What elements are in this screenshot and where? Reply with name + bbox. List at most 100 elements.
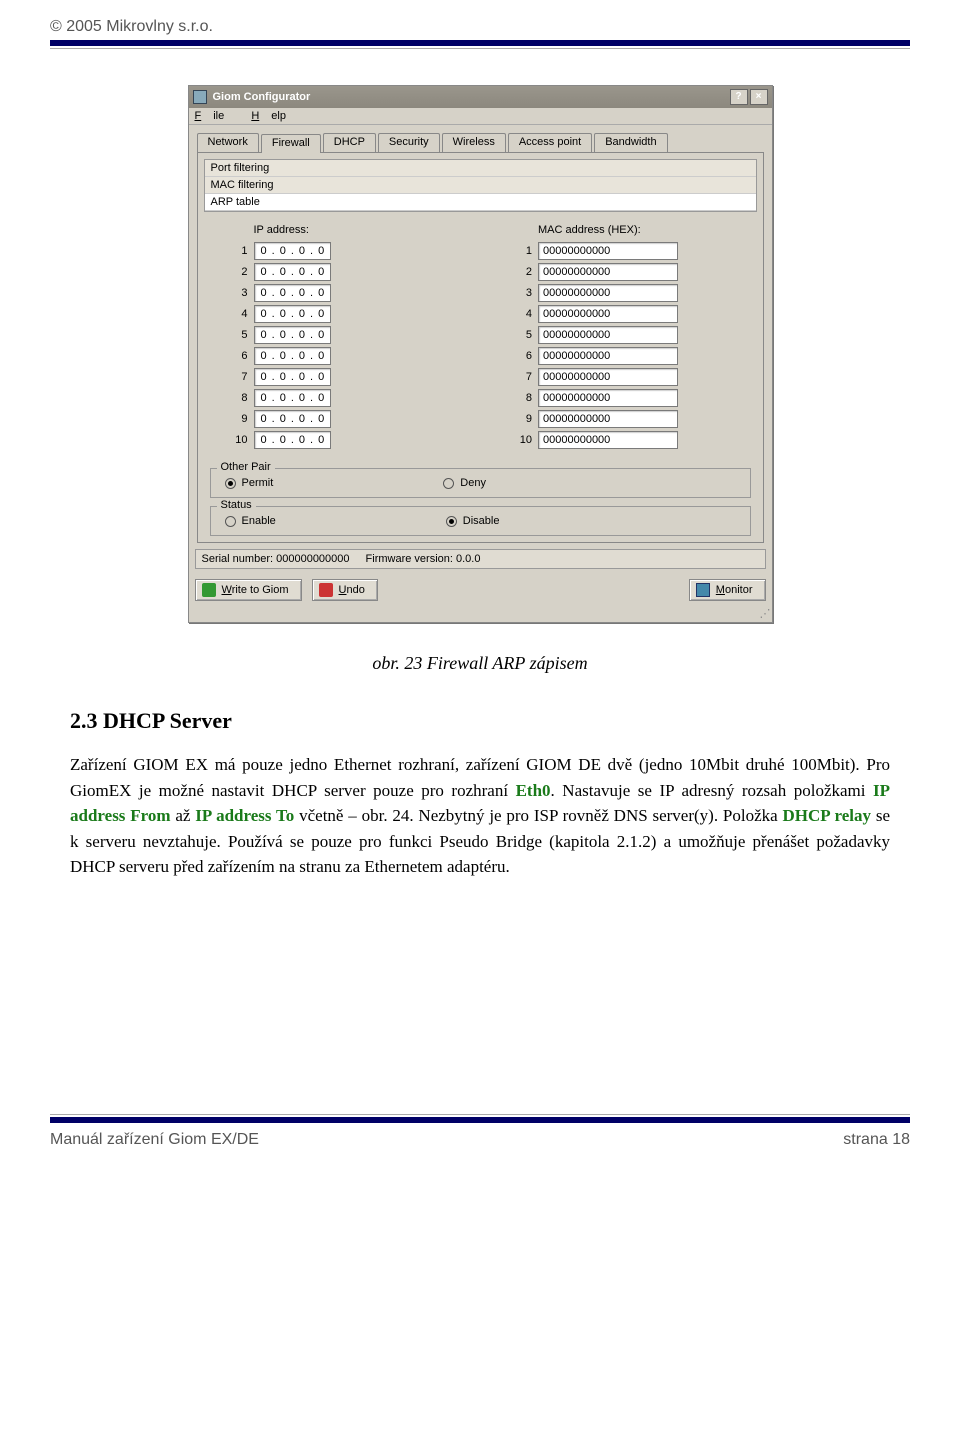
ip-row-3: 3 0.0.0.0 [226, 284, 451, 302]
mac-row-2: 200000000000 [510, 263, 735, 281]
ip-input-7[interactable]: 0.0.0.0 [254, 368, 332, 386]
menu-file[interactable]: File [195, 110, 237, 122]
row-number: 3 [226, 287, 248, 299]
ip-input-5[interactable]: 0.0.0.0 [254, 326, 332, 344]
ip-input-8[interactable]: 0.0.0.0 [254, 389, 332, 407]
subtab-mac-filtering[interactable]: MAC filtering [205, 177, 756, 194]
footer-rule-thick [50, 1117, 910, 1123]
mac-input-2[interactable]: 00000000000 [538, 263, 678, 281]
mac-input-4[interactable]: 00000000000 [538, 305, 678, 323]
mac-input-3[interactable]: 00000000000 [538, 284, 678, 302]
firmware-label: Firmware version: 0.0.0 [366, 553, 481, 565]
footer-right: strana 18 [843, 1131, 910, 1149]
dhcp-relay-term: DHCP relay [782, 806, 871, 825]
radio-disable-label: Disable [463, 515, 500, 527]
mac-row-9: 900000000000 [510, 410, 735, 428]
radio-deny-icon [443, 478, 454, 489]
resize-grip[interactable]: ⋰ [189, 607, 772, 622]
mac-input-9[interactable]: 00000000000 [538, 410, 678, 428]
mac-input-10[interactable]: 00000000000 [538, 431, 678, 449]
radio-disable-icon [446, 516, 457, 527]
row-number: 10 [510, 434, 532, 446]
radio-permit[interactable]: Permit [225, 477, 274, 489]
tab-network[interactable]: Network [197, 133, 259, 152]
radio-enable-icon [225, 516, 236, 527]
row-number: 2 [226, 266, 248, 278]
subtab-arp-table[interactable]: ARP table [205, 194, 756, 211]
tab-bandwidth[interactable]: Bandwidth [594, 133, 667, 152]
mac-column-header: MAC address (HEX): [510, 224, 735, 236]
ip-input-2[interactable]: 0.0.0.0 [254, 263, 332, 281]
radio-deny[interactable]: Deny [443, 477, 486, 489]
firewall-panel: Port filtering MAC filtering ARP table I… [197, 152, 764, 543]
row-number: 1 [510, 245, 532, 257]
row-number: 4 [226, 308, 248, 320]
undo-label: Undo [339, 584, 365, 596]
row-number: 5 [510, 329, 532, 341]
mac-row-8: 8 00000000000 [510, 389, 735, 407]
action-buttons: Write to Giom Undo Monitor [189, 573, 772, 607]
ip-input-3[interactable]: 0.0.0.0 [254, 284, 332, 302]
mac-row-10: 10 00000000000 [510, 431, 735, 449]
eth0-term: Eth0 [516, 781, 551, 800]
mac-input-8[interactable]: 00000000000 [538, 389, 678, 407]
radio-enable[interactable]: Enable [225, 515, 276, 527]
mac-row-1: 1 00000000000 [510, 242, 735, 260]
ip-row-6: 6 0.0.0.0 [226, 347, 451, 365]
ip-input-1[interactable]: 0.0.0.0 [254, 242, 332, 260]
ip-row-9: 9 0.0.0.0 [226, 410, 451, 428]
monitor-icon [696, 583, 710, 597]
radio-permit-label: Permit [242, 477, 274, 489]
ip-input-10[interactable]: 0.0.0.0 [254, 431, 332, 449]
tab-access-point[interactable]: Access point [508, 133, 592, 152]
copyright-text: © 2005 Mikrovlny s.r.o. [50, 18, 910, 36]
row-number: 10 [226, 434, 248, 446]
ip-row-10: 10 0.0.0.0 [226, 431, 451, 449]
ip-row-8: 8 0.0.0.0 [226, 389, 451, 407]
ip-input-6[interactable]: 0.0.0.0 [254, 347, 332, 365]
radio-enable-label: Enable [242, 515, 276, 527]
menu-help[interactable]: Help [251, 110, 286, 122]
undo-icon [319, 583, 333, 597]
status-group: Status Enable Disable [210, 506, 751, 536]
help-button[interactable]: ? [730, 89, 748, 105]
mac-input-1[interactable]: 00000000000 [538, 242, 678, 260]
monitor-button[interactable]: Monitor [689, 579, 766, 601]
window-title: Giom Configurator [213, 91, 728, 103]
row-number: 8 [510, 392, 532, 404]
tab-security[interactable]: Security [378, 133, 440, 152]
mac-row-7: 7 00000000000 [510, 368, 735, 386]
mac-row-3: 300000000000 [510, 284, 735, 302]
ip-input-4[interactable]: 0.0.0.0 [254, 305, 332, 323]
row-number: 7 [510, 371, 532, 383]
row-number: 9 [226, 413, 248, 425]
tab-firewall[interactable]: Firewall [261, 134, 321, 153]
firewall-subtabs: Port filtering MAC filtering ARP table [204, 159, 757, 212]
serial-label: Serial number: 000000000000 [202, 553, 350, 565]
menu-bar: File Help [189, 108, 772, 125]
mac-row-5: 5 00000000000 [510, 326, 735, 344]
row-number: 8 [226, 392, 248, 404]
mac-row-6: 600000000000 [510, 347, 735, 365]
radio-disable[interactable]: Disable [446, 515, 500, 527]
main-tabs: Network Firewall DHCP Security Wireless … [189, 125, 772, 152]
close-button[interactable]: × [750, 89, 768, 105]
other-pair-legend: Other Pair [217, 461, 275, 473]
row-number: 6 [226, 350, 248, 362]
mac-input-6[interactable]: 00000000000 [538, 347, 678, 365]
radio-deny-label: Deny [460, 477, 486, 489]
ip-input-9[interactable]: 0.0.0.0 [254, 410, 332, 428]
other-pair-group: Other Pair Permit Deny [210, 468, 751, 498]
write-button[interactable]: Write to Giom [195, 579, 302, 601]
tab-dhcp[interactable]: DHCP [323, 133, 376, 152]
check-icon [202, 583, 216, 597]
section-heading: 2.3 DHCP Server [70, 708, 890, 734]
tab-wireless[interactable]: Wireless [442, 133, 506, 152]
undo-button[interactable]: Undo [312, 579, 378, 601]
window-titlebar[interactable]: Giom Configurator ? × [189, 86, 772, 108]
mac-input-7[interactable]: 00000000000 [538, 368, 678, 386]
subtab-port-filtering[interactable]: Port filtering [205, 160, 756, 177]
mac-input-5[interactable]: 00000000000 [538, 326, 678, 344]
footer-rule-thin [50, 1114, 910, 1115]
ip-column-header: IP address: [226, 224, 451, 236]
